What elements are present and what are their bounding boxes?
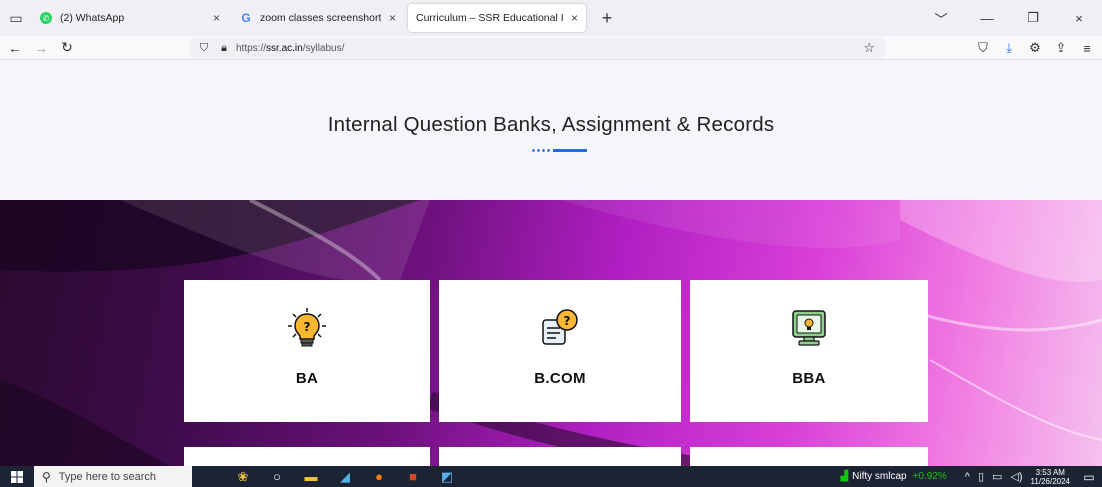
powerpoint-icon[interactable]: ■ — [396, 466, 430, 487]
tab-label: (2) WhatsApp — [60, 12, 125, 24]
taskbar-search[interactable]: ⚲ Type here to search — [34, 466, 192, 487]
tab-google-search[interactable]: G zoom classes screenshorts - Go × — [232, 4, 404, 32]
windows-logo-icon — [11, 470, 23, 483]
chart-up-icon: ▟ — [840, 471, 849, 482]
widgets-icon[interactable]: ❀ — [226, 466, 260, 487]
system-tray: ▟ Nifty smlcap +0.92% ^ ▯ ▭ ◁) 3:53 AM 1… — [840, 466, 1102, 487]
search-placeholder: Type here to search — [58, 470, 157, 483]
close-window-button[interactable]: × — [1056, 11, 1102, 26]
file-explorer-icon[interactable]: ▬ — [294, 466, 328, 487]
navigation-bar: ← → ↻ ⛉ 🔒︎ https://ssr.ac.in/syllabus/ ☆… — [0, 36, 1102, 60]
volume-icon[interactable]: ◁) — [1010, 470, 1022, 483]
section-title: Internal Question Banks, Assignment & Re… — [327, 113, 775, 136]
title-divider — [531, 149, 587, 152]
tab-curriculum[interactable]: Curriculum – SSR Educational Instit × — [408, 4, 586, 32]
document-question-icon: ? — [542, 309, 578, 345]
chevron-up-icon[interactable]: ^ — [965, 471, 970, 483]
menu-icon[interactable]: ≡ — [1076, 41, 1098, 56]
pocket-icon[interactable]: ⛉ — [972, 40, 994, 56]
firefox-icon[interactable]: ● — [362, 466, 396, 487]
lock-icon[interactable]: 🔒︎ — [216, 42, 232, 55]
start-button[interactable] — [0, 466, 34, 487]
toolbar-right: ⛉ ⤓ ⚙ ⇪ ≡ — [968, 36, 1098, 60]
search-icon: ⚲ — [42, 469, 51, 484]
share-icon[interactable]: ⇪ — [1050, 40, 1072, 56]
svg-text:?: ? — [304, 320, 311, 334]
restore-button[interactable]: ❐ — [1010, 10, 1056, 26]
page-content: Internal Question Banks, Assignment & Re… — [0, 61, 1102, 466]
network-icon[interactable]: ▭ — [992, 470, 1002, 483]
course-card-bba[interactable]: BBA — [690, 280, 928, 422]
tracking-shield-icon[interactable]: ⛉ — [196, 42, 212, 55]
course-label: BBA — [792, 370, 826, 387]
clock[interactable]: 3:53 AM 11/26/2024 — [1031, 468, 1070, 486]
tab-close-icon[interactable]: × — [389, 11, 396, 25]
whatsapp-icon: ✆ — [40, 12, 52, 24]
reload-icon[interactable]: ↻ — [56, 37, 78, 59]
new-tab-button[interactable]: + — [594, 5, 620, 31]
tab-close-icon[interactable]: × — [571, 11, 578, 25]
google-icon: G — [241, 11, 251, 25]
section-header: Internal Question Banks, Assignment & Re… — [0, 61, 1102, 200]
course-card-row2-3[interactable] — [690, 447, 928, 466]
minimize-button[interactable]: — — [964, 11, 1010, 26]
course-card-ba[interactable]: ? BA — [184, 280, 430, 422]
download-icon[interactable]: ⤓ — [998, 40, 1020, 56]
svg-text:?: ? — [564, 314, 571, 328]
monitor-idea-icon — [792, 310, 826, 346]
bookmark-star-icon[interactable]: ☆ — [863, 40, 875, 56]
notification-icon[interactable]: ▭ — [1076, 470, 1102, 484]
course-label: B.COM — [534, 370, 586, 387]
window-controls: ﹀ — ❐ × — [918, 0, 1102, 36]
course-card-row2-1[interactable] — [184, 447, 430, 466]
address-bar[interactable]: ⛉ 🔒︎ https://ssr.ac.in/syllabus/ ☆ — [190, 38, 885, 58]
tab-whatsapp[interactable]: ✆ (2) WhatsApp × — [32, 4, 228, 32]
ticker-change: +0.92% — [912, 471, 947, 482]
tab-list-icon[interactable]: ▭ — [0, 0, 32, 36]
course-label: BA — [295, 370, 319, 387]
clock-date: 11/26/2024 — [1030, 476, 1070, 486]
course-card-bcom[interactable]: ? B.COM — [439, 280, 681, 422]
tab-close-icon[interactable]: × — [213, 11, 220, 25]
photos-icon[interactable]: ◩ — [430, 466, 464, 487]
url-host: ssr.ac.in — [266, 42, 303, 54]
extensions-icon[interactable]: ⚙ — [1024, 40, 1046, 56]
tab-overflow-chevron-icon[interactable]: ﹀ — [918, 9, 964, 28]
ticker-name: Nifty smlcap — [852, 471, 907, 482]
clock-time: 3:53 AM — [1035, 467, 1065, 477]
edge-icon[interactable]: ◢ — [328, 466, 362, 487]
windows-taskbar: ⚲ Type here to search ❀ ○ ▬ ◢ ● ■ ◩ ▟ Ni… — [0, 466, 1102, 487]
forward-arrow-icon[interactable]: → — [30, 37, 52, 59]
tab-label: zoom classes screenshorts - Go — [260, 12, 381, 24]
battery-icon[interactable]: ▯ — [978, 470, 984, 483]
url-prefix: https:// — [236, 42, 267, 54]
lightbulb-question-icon: ? — [288, 308, 326, 347]
stock-ticker[interactable]: ▟ Nifty smlcap +0.92% — [840, 471, 946, 482]
course-card-row2-2[interactable] — [439, 447, 681, 466]
browser-window: ▭ ✆ (2) WhatsApp × G zoom classes screen… — [0, 0, 1102, 487]
url-path: /syllabus/ — [302, 42, 345, 54]
task-view-icon[interactable]: ○ — [260, 466, 294, 487]
tab-strip: ▭ ✆ (2) WhatsApp × G zoom classes screen… — [0, 0, 1102, 36]
tab-label: Curriculum – SSR Educational Instit — [416, 12, 563, 24]
taskbar-pinned-apps: ❀ ○ ▬ ◢ ● ■ ◩ — [226, 466, 464, 487]
back-arrow-icon[interactable]: ← — [4, 37, 26, 59]
